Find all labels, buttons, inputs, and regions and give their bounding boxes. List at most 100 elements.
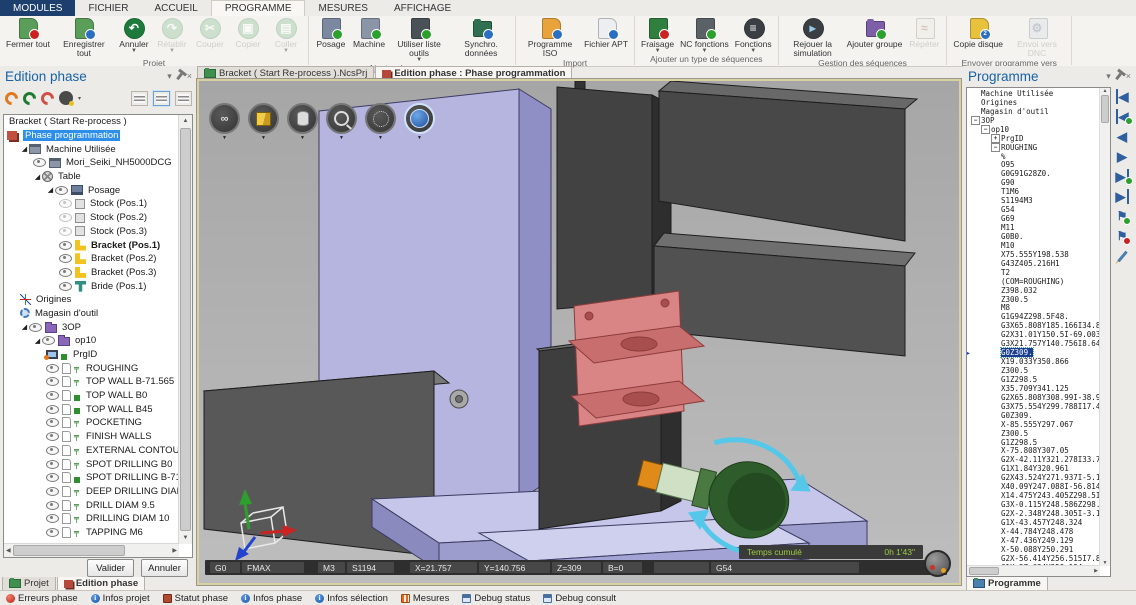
- pin-icon[interactable]: [1115, 72, 1122, 79]
- tree-item[interactable]: ◢Table: [4, 170, 179, 184]
- gcode-line[interactable]: T1M6: [967, 187, 1100, 196]
- cam-options-icon[interactable]: [59, 91, 73, 105]
- tree-item[interactable]: Origines: [4, 293, 179, 307]
- gcode-line[interactable]: −3OP: [967, 116, 1100, 125]
- gcode-line[interactable]: G3X21.757Y140.756I8.64: [967, 339, 1100, 348]
- panel-menu-icon[interactable]: ▾: [1106, 71, 1111, 82]
- gcode-line[interactable]: G1X1.84Y320.961: [967, 464, 1100, 473]
- visibility-eye-icon[interactable]: [59, 213, 72, 222]
- tree-horizontal-scrollbar[interactable]: ◀ ▶: [4, 543, 179, 557]
- tree-item[interactable]: ◢3OP: [4, 320, 179, 334]
- select-stop-icon[interactable]: ⚑: [1117, 230, 1128, 243]
- posage-button[interactable]: Posage: [312, 16, 350, 63]
- tree-item[interactable]: ◢Posage: [4, 183, 179, 197]
- gcode-line[interactable]: G2X43.524Y271.937I-5.1: [967, 473, 1100, 482]
- close-icon[interactable]: ×: [187, 71, 192, 81]
- gcode-line[interactable]: Z300.5: [967, 429, 1100, 438]
- code-horizontal-scrollbar[interactable]: ▶: [967, 565, 1100, 576]
- gcode-line[interactable]: X40.09Y247.088I-56.814: [967, 482, 1100, 491]
- cam-orange-icon[interactable]: [2, 89, 20, 107]
- tree-item[interactable]: ╤POCKETING: [4, 416, 179, 430]
- gcode-line[interactable]: G54: [967, 205, 1100, 214]
- visibility-eye-icon[interactable]: [46, 432, 59, 441]
- select-start-icon[interactable]: ⚑: [1117, 210, 1128, 223]
- tab-programme[interactable]: Programme: [966, 577, 1048, 591]
- tree-item[interactable]: ╤DRILLING DIAM 10: [4, 512, 179, 526]
- visibility-eye-icon[interactable]: [59, 254, 72, 263]
- gcode-line[interactable]: G1Z298.5: [967, 375, 1100, 384]
- enregistrer-tout-button[interactable]: Enregistrer tout: [53, 16, 115, 58]
- gcode-line[interactable]: X-47.436Y249.129: [967, 536, 1100, 545]
- gcode-line[interactable]: (COM=ROUGHING): [967, 277, 1100, 286]
- rotate-view-button[interactable]: [404, 103, 435, 134]
- skip-to-end-icon[interactable]: ▶: [1116, 190, 1129, 203]
- tree-item[interactable]: ╤TOP WALL B-71.565: [4, 375, 179, 389]
- tree-item[interactable]: ╤EXTERNAL CONTOURNI: [4, 444, 179, 458]
- play-to-next-icon[interactable]: ▶: [1116, 170, 1129, 183]
- tree-vertical-scrollbar[interactable]: ▲▼: [178, 115, 192, 544]
- chevron-down-icon[interactable]: ▾: [78, 95, 81, 102]
- simulation-camera-icon[interactable]: [924, 550, 951, 577]
- tab-edition-phase[interactable]: Edition phase: [57, 577, 145, 591]
- ajouter-groupe-button[interactable]: Ajouter groupe: [844, 16, 906, 58]
- gcode-line[interactable]: X35.709Y341.125: [967, 384, 1100, 393]
- step-forward-icon[interactable]: ▶: [1117, 150, 1127, 163]
- statusbar-item-infos-s-lection[interactable]: Infos sélection: [315, 593, 388, 604]
- gcode-line[interactable]: G2X-42.11Y321.278I33.7: [967, 455, 1100, 464]
- gcode-line[interactable]: G2X31.01Y150.5I-69.003: [967, 330, 1100, 339]
- gcode-listing[interactable]: Machine UtiliséeOriginesMagasin d'outil−…: [966, 87, 1111, 577]
- ribbon-tab-affichage[interactable]: AFFICHAGE: [381, 0, 464, 16]
- annuler-button[interactable]: Annuler: [141, 559, 188, 577]
- tree-item[interactable]: SPOT DRILLING B-71.565: [4, 471, 179, 485]
- expander-icon[interactable]: ◢: [33, 337, 42, 345]
- gcode-line[interactable]: S1194M3: [967, 196, 1100, 205]
- tree-item[interactable]: Stock (Pos.3): [4, 225, 179, 239]
- gcode-line[interactable]: X14.475Y243.405Z298.5I: [967, 491, 1100, 500]
- visibility-eye-icon[interactable]: [46, 487, 59, 496]
- gcode-line[interactable]: X-44.784Y248.478: [967, 527, 1100, 536]
- gcode-line[interactable]: M8: [967, 304, 1100, 313]
- tree-item[interactable]: ╤DRILL DIAM 9.5: [4, 498, 179, 512]
- tree-item[interactable]: Bracket (Pos.3): [4, 266, 179, 280]
- tree-item[interactable]: PrgID: [4, 348, 179, 362]
- gcode-line[interactable]: ▶G0Z309.: [967, 348, 1100, 357]
- stock-view-button[interactable]: [287, 103, 318, 134]
- gcode-line[interactable]: Origines: [967, 98, 1100, 107]
- expander-icon[interactable]: ◢: [33, 173, 42, 181]
- ribbon-tab-programme[interactable]: PROGRAMME: [211, 0, 306, 16]
- gcode-line[interactable]: G2X-2.348Y248.305I-3.1: [967, 509, 1100, 518]
- skip-to-start-icon[interactable]: ◀: [1116, 90, 1129, 103]
- gcode-line[interactable]: X75.555Y198.538: [967, 250, 1100, 259]
- gcode-line[interactable]: G0Z309.: [967, 411, 1100, 420]
- utiliser-liste-outils-button[interactable]: Utiliser liste outils▼: [388, 16, 450, 63]
- gcode-line[interactable]: G1G94Z298.5F48.: [967, 312, 1100, 321]
- visibility-eye-icon[interactable]: [59, 282, 72, 291]
- statusbar-item-erreurs-phase[interactable]: Erreurs phase: [6, 593, 78, 604]
- visibility-eye-icon[interactable]: [33, 158, 46, 167]
- code-vertical-scrollbar[interactable]: ▲▼: [1099, 88, 1110, 566]
- tree-item[interactable]: ◢Machine Utilisée: [4, 142, 179, 156]
- visibility-eye-icon[interactable]: [46, 528, 59, 537]
- gcode-line[interactable]: Z300.5: [967, 295, 1100, 304]
- tree-toggle-box[interactable]: −: [991, 143, 1000, 152]
- visibility-eye-icon[interactable]: [46, 364, 59, 373]
- statusbar-item-statut-phase[interactable]: Statut phase: [163, 593, 228, 604]
- skip-to-start-alt-icon[interactable]: ◀: [1116, 110, 1129, 123]
- tree-item[interactable]: Bride (Pos.1): [4, 279, 179, 293]
- panel-menu-icon[interactable]: ▾: [167, 71, 172, 82]
- visibility-eye-icon[interactable]: [59, 241, 72, 250]
- gcode-line[interactable]: G1X-43.457Y248.324: [967, 518, 1100, 527]
- ribbon-tab-mesures[interactable]: MESURES: [305, 0, 380, 16]
- statusbar-item-infos-phase[interactable]: Infos phase: [241, 593, 302, 604]
- gcode-line[interactable]: X-85.555Y297.067: [967, 420, 1100, 429]
- visibility-eye-icon[interactable]: [29, 323, 42, 332]
- gcode-line[interactable]: X19.033Y350.866: [967, 357, 1100, 366]
- gcode-line[interactable]: X-50.088Y250.291: [967, 545, 1100, 554]
- tree-item[interactable]: Bracket ( Start Re-process ): [4, 115, 179, 129]
- list-view-small-button[interactable]: [175, 91, 192, 106]
- ribbon-tab-modules[interactable]: MODULES: [0, 0, 75, 16]
- statusbar-item-mesures[interactable]: Mesures: [401, 593, 449, 604]
- tree-item[interactable]: ╤DEEP DRILLING DIAM 5: [4, 485, 179, 499]
- visibility-eye-icon[interactable]: [59, 199, 72, 208]
- tree-item[interactable]: Phase programmation: [4, 129, 179, 143]
